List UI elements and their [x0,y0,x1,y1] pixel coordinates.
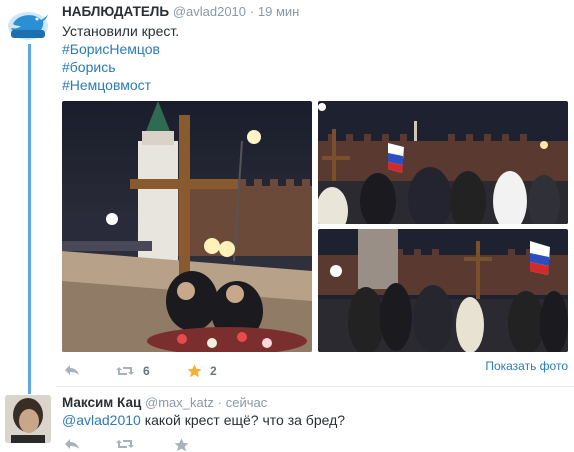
user-photo-icon [5,395,51,443]
avatar[interactable] [5,395,51,443]
reply-icon [65,439,79,449]
author-name[interactable]: НАБЛЮДАТЕЛЬ [62,4,169,19]
tweet-text: Установили крест. [62,23,180,39]
hashtag-link[interactable]: #борись [62,58,116,76]
separator-dot: · [217,395,222,410]
tweet-photo[interactable] [318,229,568,352]
tweet-timestamp[interactable]: сейчас [226,395,268,410]
separator-dot: · [249,4,255,19]
tweet-photo[interactable] [318,101,568,224]
hashtag-link[interactable]: #Немцовмост [62,76,151,94]
favorite-button[interactable] [174,438,189,452]
retweet-button[interactable]: 6 [115,364,150,378]
tweet-header: НАБЛЮДАТЕЛЬ @avlad2010 · 19 мин [62,4,299,19]
mention-link[interactable]: @avlad2010 [62,412,141,428]
retweet-icon [116,440,134,448]
reply-button[interactable] [64,364,80,376]
tweet-body: какой крест ещё? что за бред? [140,412,346,428]
reply-button[interactable] [64,438,80,450]
author-handle[interactable]: @avlad2010 [173,4,246,19]
author-handle[interactable]: @max_katz [145,395,214,410]
retweet-button[interactable] [115,438,135,450]
tweet-divider [56,386,574,387]
author-name[interactable]: Максим Кац [62,395,141,410]
retweet-count: 6 [143,364,150,378]
hashtag-link[interactable]: #БорисНемцов [62,40,160,58]
twitter-bird-icon [8,12,48,40]
reply-icon [65,365,79,375]
tweet-timestamp[interactable]: 19 мин [258,4,299,19]
tweet-photo-large[interactable] [62,101,312,352]
favorite-button[interactable]: 2 [187,364,217,378]
conversation-thread-line [28,44,31,394]
tweet-header: Максим Кац @max_katz · сейчас [62,395,267,410]
retweet-icon [116,367,134,375]
star-icon [187,364,202,378]
tweet-text: @avlad2010 какой крест ещё? что за бред? [62,411,345,429]
show-photo-link[interactable]: Показать фото [485,359,568,373]
avatar[interactable] [5,8,51,44]
star-icon [174,438,189,452]
favorite-count: 2 [210,364,217,378]
